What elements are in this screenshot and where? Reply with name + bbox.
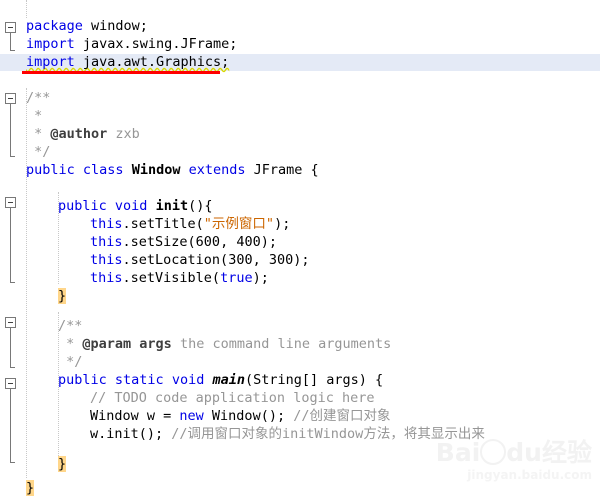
token-keyword: void: [106, 198, 156, 214]
code-line-main-declaration[interactable]: public static void main(String[] args) {: [0, 372, 600, 389]
code-line[interactable]: this.setVisible(true);: [0, 270, 600, 287]
token-keyword: package: [26, 18, 83, 34]
token-javadoc: *: [58, 336, 83, 352]
code-line-class-declaration[interactable]: public class Window extends JFrame {: [0, 162, 600, 179]
token-keyword: extends: [180, 162, 254, 178]
code-line[interactable]: // TODO code application logic here: [0, 390, 600, 407]
token-number: 300: [268, 252, 294, 268]
token-javadoc: */: [58, 354, 83, 370]
token-javadoc: /**: [58, 318, 83, 334]
matching-brace: }: [58, 288, 67, 304]
token-string-literal: "示例窗口": [203, 216, 275, 232]
token-text: );: [252, 270, 269, 286]
token-javadoc: *: [26, 108, 43, 124]
token-keyword-this: this: [90, 234, 123, 250]
token-number: 400: [236, 234, 261, 250]
token-keyword: import: [26, 36, 75, 52]
token-text: Window w =: [90, 408, 180, 424]
code-line[interactable]: /**: [0, 90, 600, 107]
token-text: (){: [188, 198, 213, 214]
token-text: .setLocation(: [122, 252, 229, 268]
token-text: );: [293, 252, 310, 268]
token-keyword-this: this: [90, 270, 123, 286]
matching-brace: }: [26, 480, 35, 496]
token-comment: //创建窗口对象: [293, 408, 391, 424]
token-method-name-main: main: [212, 372, 245, 388]
javadoc-tag-author: @author: [50, 126, 108, 142]
token-keyword: public: [58, 198, 107, 214]
token-keyword: class: [74, 162, 132, 178]
red-underline-annotation: [22, 71, 220, 74]
code-content[interactable]: package window; import javax.swing.JFram…: [0, 0, 600, 500]
code-line[interactable]: Window w = new Window(); //创建窗口对象: [0, 408, 600, 425]
token-text: window;: [82, 18, 148, 34]
token-text: );: [274, 216, 291, 232]
token-text: );: [260, 234, 277, 250]
token-type: JFrame: [253, 162, 303, 178]
token-text: .setSize(: [122, 234, 196, 250]
token-text: ,: [252, 252, 269, 268]
code-line[interactable]: /**: [0, 318, 600, 335]
code-line[interactable]: *: [0, 108, 600, 125]
token-number: 300: [228, 252, 253, 268]
token-class-name: Window: [131, 162, 181, 178]
token-keyword-this: this: [90, 252, 123, 268]
javadoc-param-name: args: [131, 336, 172, 352]
token-javadoc-value: the command line arguments: [171, 336, 392, 352]
token-keyword-new: new: [179, 408, 204, 424]
code-line[interactable]: }: [0, 456, 600, 473]
token-method-name: init: [155, 198, 189, 214]
token-comment-todo: // TODO code application logic here: [90, 390, 375, 406]
token-keyword: public: [26, 162, 75, 178]
code-line[interactable]: this.setTitle("示例窗口");: [0, 216, 600, 233]
code-line[interactable]: */: [0, 354, 600, 371]
token-text: .setVisible(: [122, 270, 221, 286]
token-javadoc: /**: [26, 90, 51, 106]
token-text: ,: [220, 234, 237, 250]
code-line[interactable]: }: [0, 480, 600, 497]
code-line[interactable]: package window;: [0, 18, 600, 35]
token-keyword-this: this: [90, 216, 123, 232]
token-text: Window();: [203, 408, 294, 424]
token-keyword-true: true: [220, 270, 253, 286]
code-line[interactable]: * @author zxb: [0, 126, 600, 143]
token-javadoc-value: zxb: [107, 126, 140, 142]
code-line[interactable]: * @param args the command line arguments: [0, 336, 600, 353]
token-text: .setTitle(: [122, 216, 204, 232]
token-text: {: [302, 162, 319, 178]
token-keyword: static: [106, 372, 172, 388]
code-line[interactable]: import javax.swing.JFrame;: [0, 36, 600, 53]
unused-import-warning[interactable]: import java.awt.Graphics;: [0, 54, 229, 71]
code-line[interactable]: */: [0, 144, 600, 161]
indent-guide: [26, 0, 28, 18]
javadoc-tag-param: @param: [82, 336, 132, 352]
code-line-highlighted[interactable]: import java.awt.Graphics;: [0, 54, 600, 71]
token-comment: //调用窗口对象的initWindow方法，将其显示出来: [171, 426, 485, 442]
code-line[interactable]: }: [0, 288, 600, 305]
matching-brace: }: [58, 456, 67, 472]
token-text: (String[] args) {: [244, 372, 384, 388]
code-line[interactable]: w.init(); //调用窗口对象的initWindow方法，将其显示出来: [0, 426, 600, 443]
token-javadoc: *: [26, 126, 51, 142]
token-keyword: public: [58, 372, 107, 388]
code-line-init-declaration[interactable]: public void init(){: [0, 198, 600, 215]
token-text: w.init();: [90, 426, 172, 442]
token-text: java.awt.Graphics;: [74, 54, 230, 70]
token-javadoc: */: [26, 144, 51, 160]
token-text: javax.swing.JFrame;: [74, 36, 238, 52]
code-line[interactable]: this.setLocation(300, 300);: [0, 252, 600, 269]
token-number: 600: [195, 234, 221, 250]
code-line[interactable]: this.setSize(600, 400);: [0, 234, 600, 251]
token-keyword: void: [171, 372, 213, 388]
token-keyword: import: [26, 54, 75, 70]
code-editor[interactable]: package window; import javax.swing.JFram…: [0, 0, 600, 500]
